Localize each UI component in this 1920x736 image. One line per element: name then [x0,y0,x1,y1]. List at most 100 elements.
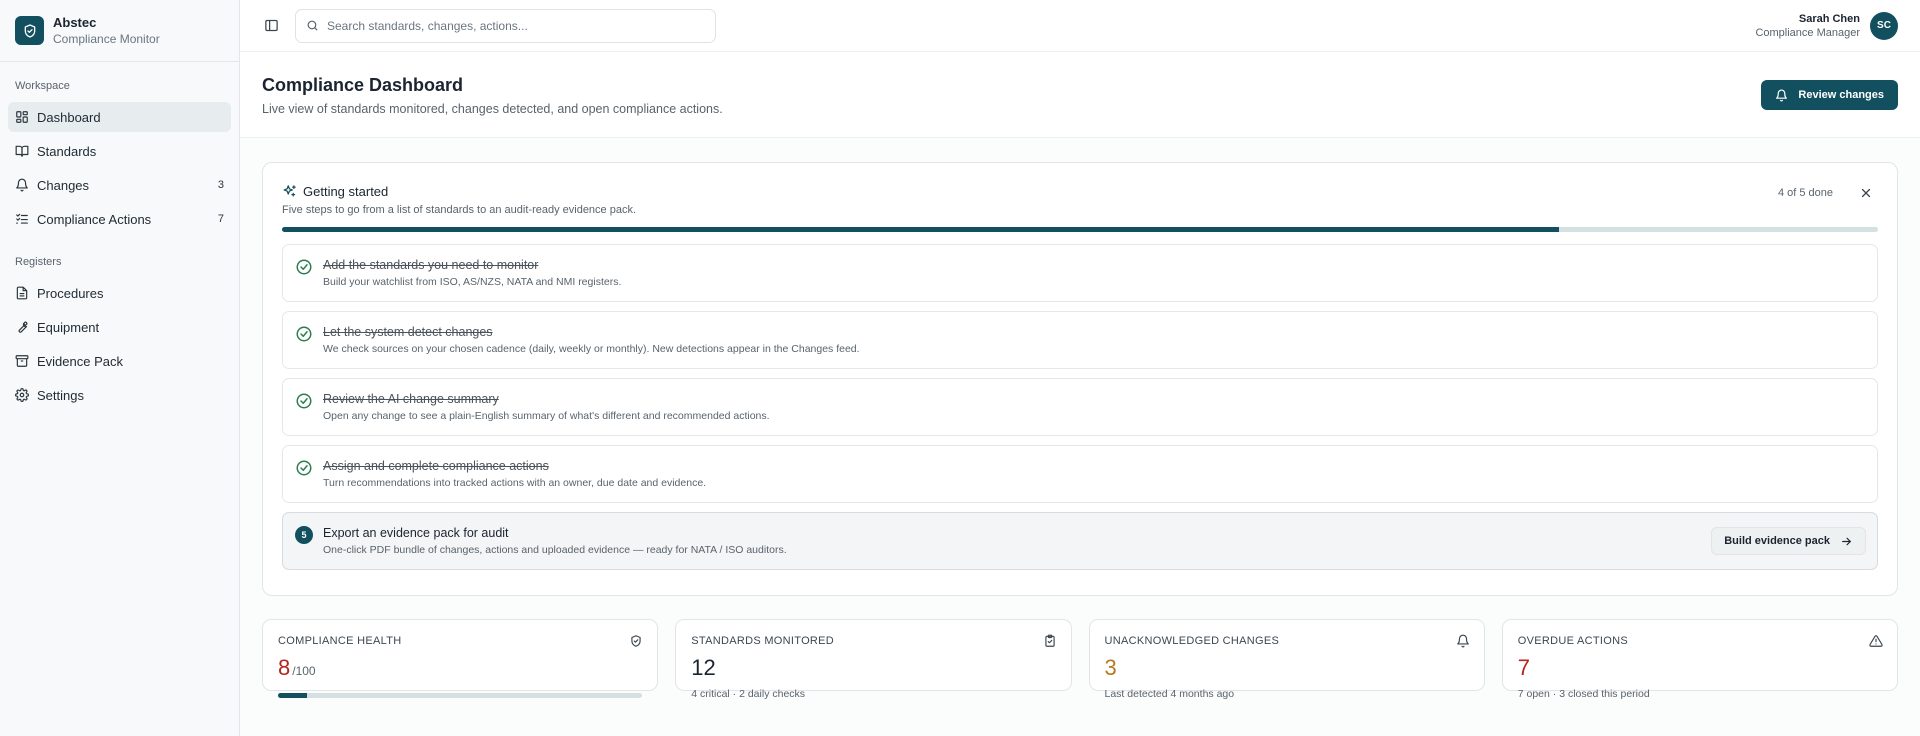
sidebar: Abstec Compliance Monitor Workspace Dash… [0,0,240,736]
check-circle-icon [295,258,313,276]
stat-value-wrap: 8/100 [278,656,642,683]
sidebar-item-compliance-actions[interactable]: Compliance Actions 7 [8,204,231,234]
stats-row: COMPLIANCE HEALTH 8/100 STANDARDS MONITO… [262,619,1898,700]
topbar: Sarah Chen Compliance Manager SC [240,0,1920,52]
progress-count: 4 of 5 done [1777,187,1833,199]
sidebar-item-label: Changes [37,177,90,193]
stat-value: 8 [278,655,291,680]
shield-check-icon [629,634,643,648]
book-icon [15,144,29,158]
step-description: Open any change to see a plain-English s… [323,410,770,422]
page-title: Compliance Dashboard [262,75,464,95]
review-changes-label: Review changes [1798,89,1884,101]
step-item[interactable]: Let the system detect changes We check s… [282,311,1878,369]
review-changes-button[interactable]: Review changes [1761,80,1898,110]
checklist-icon [15,212,29,226]
progress-bar-fill [282,227,1559,232]
stat-card-overdue-actions[interactable]: OVERDUE ACTIONS 7 7 open · 3 closed this… [1501,619,1898,700]
step-title: Add the standards you need to monitor [323,258,539,272]
sidebar-item-label: Compliance Actions [37,211,152,227]
sidebar-item-evidence-pack[interactable]: Evidence Pack [8,346,231,376]
steps-list: Add the standards you need to monitor Bu… [282,244,1878,570]
step-title: Let the system detect changes [323,325,493,339]
stat-label: UNACKNOWLEDGED CHANGES [1104,635,1280,647]
check-circle-icon [295,325,313,343]
sidebar-item-settings[interactable]: Settings [8,380,231,410]
user-menu[interactable]: Sarah Chen Compliance Manager SC [1755,11,1898,40]
build-evidence-pack-button[interactable]: Build evidence pack [1711,527,1866,555]
health-bar-fill [278,693,308,698]
page-subtitle: Live view of standards monitored, change… [262,102,723,116]
sidebar-item-dashboard[interactable]: Dashboard [8,102,231,132]
build-evidence-pack-label: Build evidence pack [1724,535,1830,547]
main-area: Sarah Chen Compliance Manager SC Complia… [240,0,1920,736]
stat-value: 12 [691,655,716,680]
step-title: Review the AI change summary [323,392,499,406]
sidebar-toggle-icon[interactable] [260,15,282,37]
search-input[interactable] [327,18,705,33]
wrench-icon [15,320,29,334]
sidebar-item-standards[interactable]: Standards [8,136,231,166]
archive-icon [15,354,29,368]
search-box[interactable] [295,8,716,43]
stat-subtext: Last detected 4 months ago [1104,688,1235,700]
step-item[interactable]: Assign and complete compliance actions T… [282,445,1878,503]
step-item[interactable]: Review the AI change summary Open any ch… [282,378,1878,436]
step-description: Build your watchlist from ISO, AS/NZS, N… [323,276,622,288]
content: Getting started Five steps to go from a … [240,138,1920,700]
page-header: Compliance Dashboard Live view of standa… [240,52,1920,138]
sidebar-item-label: Evidence Pack [37,353,123,369]
stat-subtext: 7 open · 3 closed this period [1517,688,1650,700]
search-icon [306,19,319,32]
shield-logo-icon [15,16,44,45]
gear-icon [15,388,29,402]
stat-value-suffix: /100 [292,664,316,678]
stat-subtext: 4 critical · 2 daily checks [691,688,806,700]
dashboard-icon [15,110,29,124]
brand-name: Abstec [53,14,97,30]
progress-bar [282,227,1878,232]
clipboard-check-icon [1043,634,1057,648]
step-title: Export an evidence pack for audit [323,526,509,540]
stat-label: STANDARDS MONITORED [691,635,835,647]
step-item[interactable]: Add the standards you need to monitor Bu… [282,244,1878,302]
sidebar-item-label: Standards [37,143,97,159]
app-root: Abstec Compliance Monitor Workspace Dash… [0,0,1920,736]
health-bar [278,693,643,698]
step-title: Assign and complete compliance actions [323,459,549,473]
stat-card-standards-monitored[interactable]: STANDARDS MONITORED 12 4 critical · 2 da… [675,619,1072,700]
avatar[interactable]: SC [1870,11,1898,40]
warning-triangle-icon [1869,634,1883,648]
user-name: Sarah Chen [1798,12,1860,25]
step-item-current[interactable]: 5 Export an evidence pack for audit One-… [282,512,1878,570]
stat-card-compliance-health[interactable]: COMPLIANCE HEALTH 8/100 [262,619,659,698]
step-description: One-click PDF bundle of changes, actions… [323,544,787,556]
document-icon [15,286,29,300]
sidebar-item-equipment[interactable]: Equipment [8,312,231,342]
sidebar-item-label: Dashboard [37,109,101,125]
stat-value: 7 [1517,655,1530,680]
getting-started-title: Getting started [303,183,389,199]
count-badge: 7 [217,213,224,225]
brand-subtitle: Compliance Monitor [53,31,160,46]
brand[interactable]: Abstec Compliance Monitor [0,0,239,62]
bell-icon [1456,634,1470,648]
sidebar-item-changes[interactable]: Changes 3 [8,170,231,200]
arrow-right-icon [1840,535,1853,548]
sidebar-item-procedures[interactable]: Procedures [8,278,231,308]
nav-group-workspace: Workspace Dashboard Standards Changes 3 [0,78,239,234]
getting-started-subtitle: Five steps to go from a list of standard… [282,204,637,216]
bell-icon [1775,89,1788,102]
sidebar-item-label: Procedures [37,285,104,301]
step-description: We check sources on your chosen cadence … [323,343,860,355]
nav-group-label: Registers [15,256,62,268]
stat-card-unacknowledged-changes[interactable]: UNACKNOWLEDGED CHANGES 3 Last detected 4… [1088,619,1485,700]
close-icon[interactable] [1859,186,1873,200]
step-number: 5 [295,526,313,544]
check-circle-icon [295,459,313,477]
check-circle-icon [295,392,313,410]
stat-label: COMPLIANCE HEALTH [278,635,402,647]
sidebar-item-label: Settings [37,387,84,403]
stat-value: 3 [1104,655,1117,680]
getting-started-card: Getting started Five steps to go from a … [262,162,1898,596]
